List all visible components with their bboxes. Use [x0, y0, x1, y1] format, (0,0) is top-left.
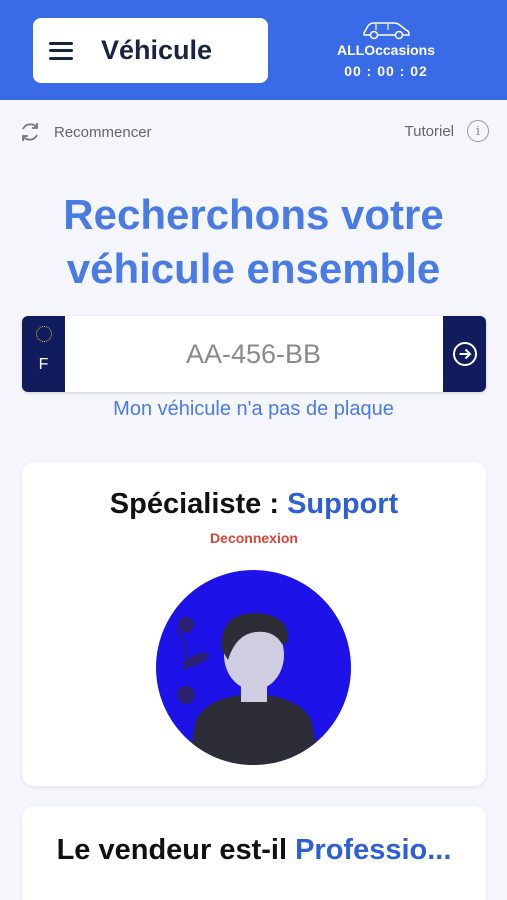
- hero-line-2: véhicule ensemble: [66, 245, 441, 292]
- car-icon: [363, 22, 410, 40]
- specialist-title-prefix: Spécialiste :: [109, 488, 288, 520]
- page-title: Véhicule: [101, 35, 213, 65]
- tutorial-label: Tutoriel: [404, 122, 454, 140]
- restart-button[interactable]: Recommencer: [18, 120, 152, 144]
- brand-name: ALLOccasions: [336, 42, 436, 58]
- plate-country-band: F: [22, 316, 65, 392]
- eu-stars-icon: [35, 326, 52, 342]
- plate-country-code: F: [38, 356, 49, 373]
- specialist-card: Spécialiste : Support Deconnexion: [22, 462, 486, 786]
- avatar: [156, 570, 351, 765]
- menu-card[interactable]: Véhicule: [33, 18, 268, 83]
- hero-heading: Recherchons votre véhicule ensemble: [0, 188, 507, 296]
- logout-link[interactable]: Deconnexion: [22, 530, 486, 546]
- seller-title-accent: Professio...: [295, 834, 452, 866]
- brand-block: ALLOccasions 00 : 00 : 02: [326, 18, 446, 79]
- plate-submit-button[interactable]: [443, 316, 486, 392]
- info-icon: i: [467, 120, 489, 142]
- hamburger-icon[interactable]: [49, 41, 73, 60]
- specialist-title-accent: Support: [287, 488, 399, 520]
- refresh-icon: [22, 123, 38, 141]
- tutorial-button[interactable]: Tutoriel i: [405, 120, 489, 142]
- plate-input[interactable]: [65, 316, 442, 392]
- seller-title-prefix: Le vendeur est-il: [56, 834, 296, 866]
- session-timer: 00 : 00 : 02: [344, 63, 428, 79]
- restart-label: Recommencer: [54, 123, 152, 141]
- action-bar: Recommencer Tutoriel i: [0, 100, 507, 160]
- seller-card: Le vendeur est-il Professio...: [22, 806, 486, 900]
- license-plate-field: F: [22, 316, 486, 392]
- arrow-right-circle-icon: [452, 342, 477, 366]
- hero-line-1: Recherchons votre: [63, 191, 444, 238]
- no-plate-link[interactable]: Mon véhicule n'a pas de plaque: [0, 398, 507, 421]
- app-header: Véhicule ALLOccasions 00 : 00 : 02: [0, 0, 507, 100]
- seller-question: Le vendeur est-il Professio...: [22, 834, 486, 867]
- specialist-title: Spécialiste : Support: [22, 488, 486, 521]
